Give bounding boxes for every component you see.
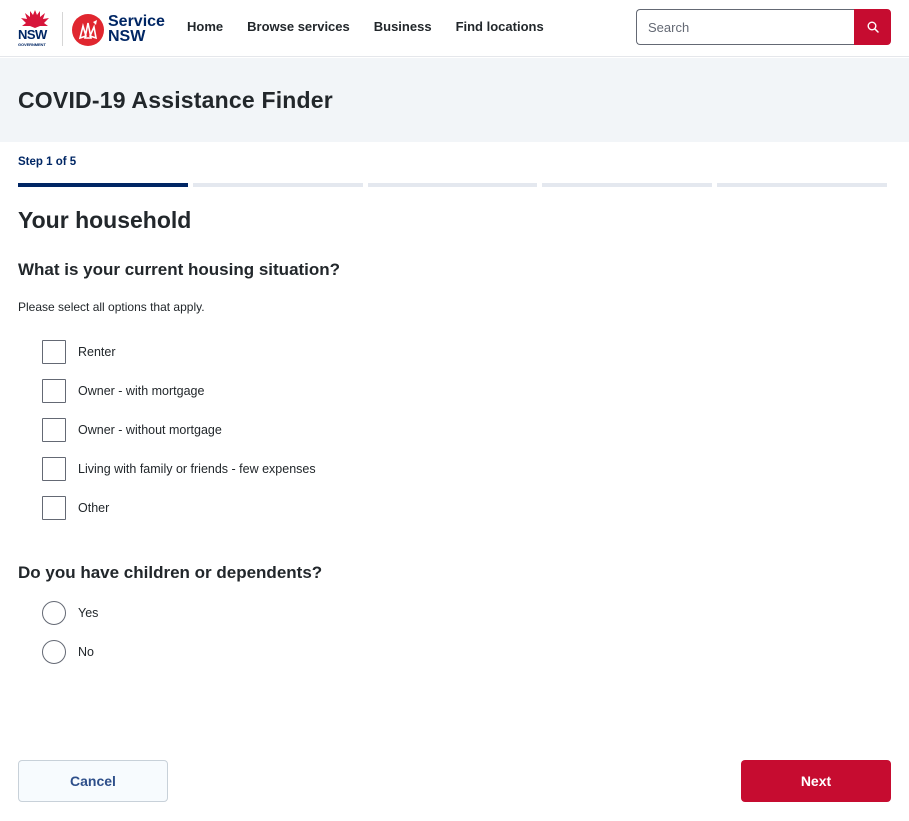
checkbox[interactable] [42,418,66,442]
checkbox-label: Living with family or friends - few expe… [78,462,316,476]
housing-option-owner-with-mortgage[interactable]: Owner - with mortgage [42,379,316,403]
nav-browse-services[interactable]: Browse services [247,19,350,35]
radio-label: Yes [78,606,99,620]
nsw-government-logo[interactable]: NSW GOVERNMENT [17,9,53,49]
section-title: Your household [18,207,192,233]
site-header: NSW GOVERNMENT Service NSW Home Browse s… [0,0,909,57]
logo-divider [62,12,63,46]
page-title-band: COVID-19 Assistance Finder [0,58,909,142]
search-button[interactable] [854,9,891,45]
checkbox[interactable] [42,457,66,481]
progress-segment-2 [192,183,363,187]
checkbox[interactable] [42,379,66,403]
dependents-option-no[interactable]: No [42,640,98,664]
dependents-options: Yes No [42,601,98,679]
search-input[interactable] [636,9,858,45]
nav-find-locations[interactable]: Find locations [456,19,544,35]
dependents-option-yes[interactable]: Yes [42,601,98,625]
housing-option-living-with-family[interactable]: Living with family or friends - few expe… [42,457,316,481]
housing-option-renter[interactable]: Renter [42,340,316,364]
nav-business[interactable]: Business [374,19,432,35]
nsw-wordmark: NSW [18,27,47,42]
radio-button[interactable] [42,601,66,625]
step-progress-bar [18,183,887,187]
service-nsw-logo[interactable]: Service NSW [71,12,171,48]
page-title: COVID-19 Assistance Finder [18,87,333,113]
progress-segment-3 [367,183,538,187]
housing-hint: Please select all options that apply. [18,300,205,314]
next-button[interactable]: Next [741,760,891,802]
step-indicator: Step 1 of 5 [18,156,77,168]
cancel-button[interactable]: Cancel [18,760,168,802]
checkbox[interactable] [42,340,66,364]
housing-options: Renter Owner - with mortgage Owner - wit… [42,340,316,535]
service-nsw-line1: Service [108,13,165,30]
housing-question: What is your current housing situation? [18,260,341,279]
checkbox[interactable] [42,496,66,520]
radio-label: No [78,645,94,659]
checkbox-label: Other [78,501,110,515]
progress-segment-1 [18,183,188,187]
waratah-icon [21,10,49,28]
main-nav: Home Browse services Business Find locat… [187,19,568,35]
service-nsw-wordmark: Service NSW [108,13,165,45]
checkbox-label: Renter [78,345,116,359]
dependents-question: Do you have children or dependents? [18,563,323,582]
search-bar [636,9,891,45]
government-subtext: GOVERNMENT [18,42,46,47]
housing-option-other[interactable]: Other [42,496,316,520]
service-nsw-icon [72,14,104,46]
search-icon [867,21,879,33]
progress-segment-5 [717,183,887,187]
radio-button[interactable] [42,640,66,664]
progress-segment-4 [542,183,713,187]
housing-option-owner-without-mortgage[interactable]: Owner - without mortgage [42,418,316,442]
nav-home[interactable]: Home [187,19,223,35]
checkbox-label: Owner - without mortgage [78,423,222,437]
service-nsw-line2: NSW [108,28,146,45]
checkbox-label: Owner - with mortgage [78,384,205,398]
